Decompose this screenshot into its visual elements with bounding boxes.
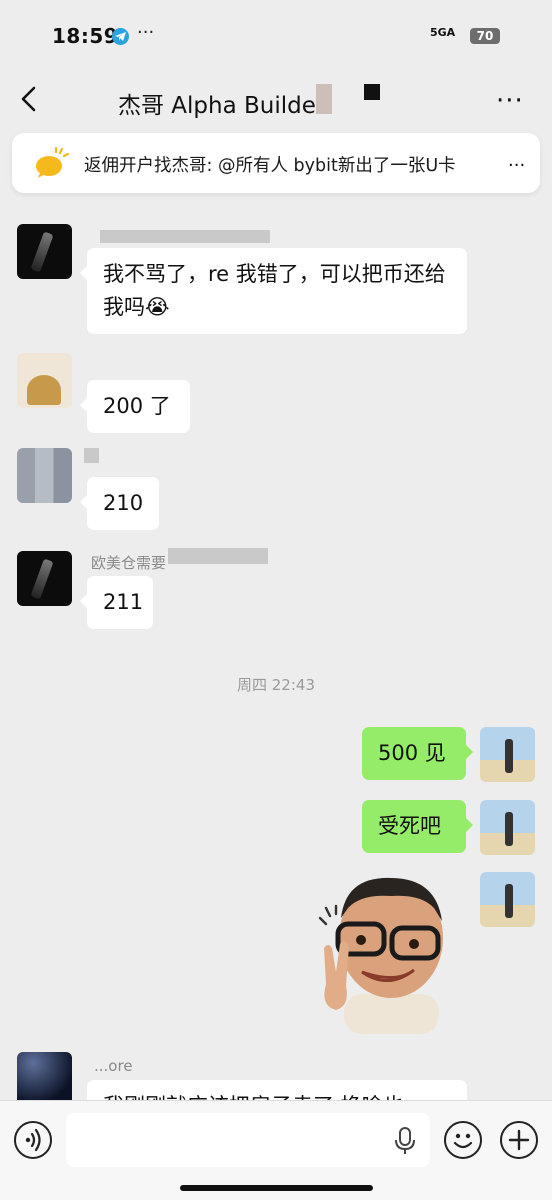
message-bubble[interactable]: 210 — [80, 477, 159, 530]
sender-name-redacted — [168, 548, 268, 564]
self-avatar[interactable] — [480, 800, 535, 855]
avatar[interactable] — [17, 353, 72, 408]
avatar[interactable] — [17, 224, 72, 279]
message-text: 200 了 — [103, 394, 171, 418]
chat-title: 杰哥 Alpha Builder — [118, 93, 326, 119]
message-bubble[interactable]: 我不骂了，re 我错了，可以把币还给我吗😭 — [80, 248, 467, 334]
message-bubble-self[interactable]: 500 见 — [362, 727, 473, 780]
voice-icon — [25, 1128, 41, 1152]
message-text: 500 见 — [378, 741, 446, 765]
telegram-icon — [112, 28, 129, 45]
chat-header: 杰哥 Alpha Builder ··· — [0, 70, 552, 130]
message-text: 我不骂了，re 我错了，可以把币还给我吗😭 — [103, 262, 446, 319]
message-text: 受死吧 — [378, 814, 441, 838]
sender-name: 欧美仓需要 — [91, 554, 167, 572]
announcement-more: ... — [508, 150, 526, 171]
sender-name: ...ore — [94, 1057, 133, 1075]
message-bubble[interactable]: 200 了 — [80, 380, 190, 433]
network-indicator: 5GA — [430, 26, 456, 39]
message-bubble-self[interactable]: 受死吧 — [362, 800, 473, 853]
sender-name-redacted — [84, 448, 99, 463]
chat-more-icon[interactable]: ··· — [496, 86, 524, 116]
sender-name-redacted — [100, 230, 270, 243]
message-input[interactable] — [66, 1113, 430, 1167]
avatar[interactable] — [17, 448, 72, 503]
message-text: 210 — [103, 491, 144, 515]
announcement-text: 返佣开户找杰哥: @所有人 bybit新出了一张U卡 — [84, 156, 456, 176]
battery-indicator: 70 — [470, 28, 500, 44]
group-announcement[interactable]: 返佣开户找杰哥: @所有人 bybit新出了一张U卡 ... — [12, 133, 540, 193]
announcement-bulb-icon — [36, 147, 70, 178]
plus-icon — [508, 1129, 530, 1151]
self-avatar[interactable] — [480, 872, 535, 927]
microphone-icon[interactable] — [394, 1127, 416, 1155]
emoji-button[interactable] — [444, 1121, 482, 1159]
avatar[interactable] — [17, 1052, 72, 1107]
emoji-icon — [453, 1133, 473, 1149]
status-more-icon: ··· — [137, 22, 155, 43]
avatar[interactable] — [17, 551, 72, 606]
home-indicator — [180, 1185, 373, 1191]
time-separator: 周四 22:43 — [237, 676, 315, 694]
voice-input-button[interactable] — [14, 1121, 52, 1159]
self-avatar[interactable] — [480, 727, 535, 782]
back-icon[interactable] — [18, 84, 42, 114]
memoji-sticker[interactable] — [316, 866, 446, 1034]
message-text: 211 — [103, 590, 144, 614]
status-time: 18:59 — [52, 24, 119, 48]
title-redaction — [316, 84, 332, 114]
more-actions-button[interactable] — [500, 1121, 538, 1159]
title-redaction-dark — [364, 84, 380, 100]
input-bar — [0, 1100, 552, 1200]
message-bubble[interactable]: 211 — [80, 576, 153, 629]
status-bar: 18:59 ··· 5GA 70 — [0, 0, 552, 70]
